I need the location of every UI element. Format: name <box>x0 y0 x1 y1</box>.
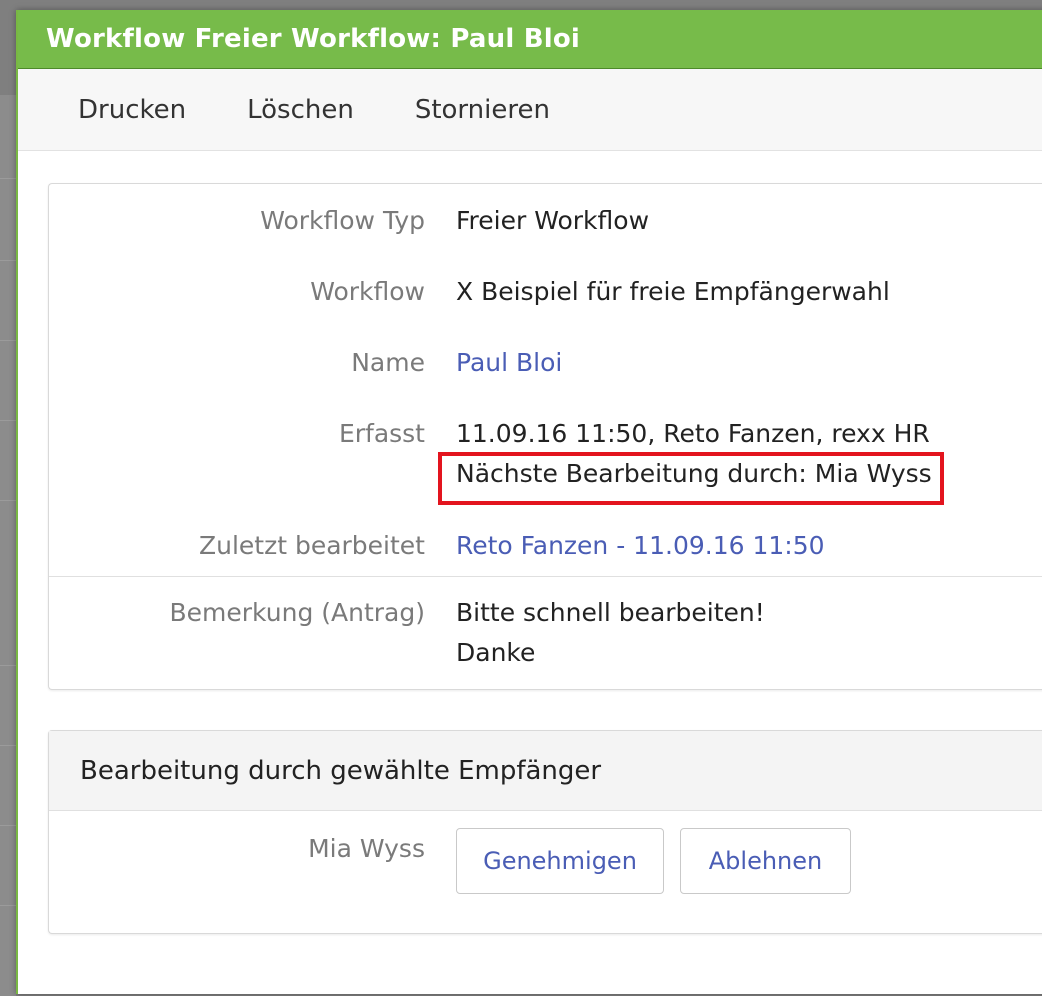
background-divider <box>0 178 16 179</box>
remark-line-1: Bitte schnell bearbeiten! <box>456 598 765 627</box>
last-edited-label: Zuletzt bearbeitet <box>198 531 425 560</box>
info-divider <box>49 576 1042 577</box>
reject-button[interactable]: Ablehnen <box>680 828 851 894</box>
workflow-value: X Beispiel für freie Empfängerwahl <box>456 277 890 306</box>
workflow-type-label: Workflow Typ <box>260 206 425 235</box>
print-button[interactable]: Drucken <box>78 95 186 125</box>
background-divider <box>0 665 16 666</box>
background-divider <box>0 420 16 421</box>
created-label: Erfasst <box>338 419 425 448</box>
recipient-name: Mia Wyss <box>308 834 425 863</box>
workflow-info-card: Workflow Typ Freier Workflow Workflow X … <box>48 183 1042 690</box>
recipients-header: Bearbeitung durch gewählte Empfänger <box>49 731 1042 811</box>
created-value: 11.09.16 11:50, Reto Fanzen, rexx HR <box>456 419 930 448</box>
recipients-card: Bearbeitung durch gewählte Empfänger Mia… <box>48 730 1042 934</box>
cancel-workflow-button[interactable]: Stornieren <box>415 95 550 125</box>
background-divider <box>0 905 16 906</box>
background-divider <box>0 745 16 746</box>
highlight-annotation <box>438 452 944 505</box>
delete-button[interactable]: Löschen <box>247 95 354 125</box>
background-divider <box>0 260 16 261</box>
dialog-toolbar: Drucken Löschen Stornieren <box>18 69 1042 151</box>
approve-button[interactable]: Genehmigen <box>456 828 664 894</box>
background-divider <box>0 340 16 341</box>
workflow-dialog: Workflow Freier Workflow: Paul Bloi Druc… <box>16 10 1042 994</box>
background-divider <box>0 825 16 826</box>
dialog-titlebar: Workflow Freier Workflow: Paul Bloi <box>18 10 1042 69</box>
name-link[interactable]: Paul Bloi <box>456 343 562 383</box>
background-strip <box>0 95 16 996</box>
remark-line-2: Danke <box>456 638 536 667</box>
dialog-title: Workflow Freier Workflow: Paul Bloi <box>46 24 581 54</box>
workflow-label: Workflow <box>310 277 425 306</box>
remark-label: Bemerkung (Antrag) <box>169 598 425 627</box>
background-divider <box>0 500 16 501</box>
name-label: Name <box>351 348 425 377</box>
last-edited-link[interactable]: Reto Fanzen - 11.09.16 11:50 <box>456 526 825 566</box>
workflow-type-value: Freier Workflow <box>456 206 650 235</box>
